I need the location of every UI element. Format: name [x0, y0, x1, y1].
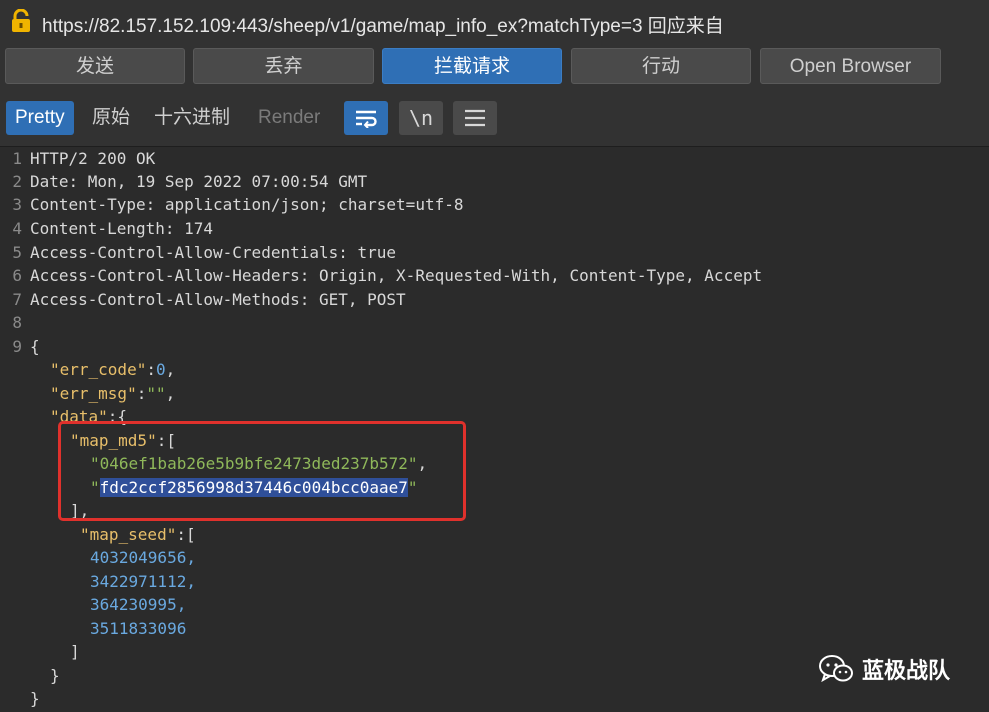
json-seed-close: ]	[70, 642, 80, 661]
watermark: 蓝极战队	[818, 650, 950, 688]
menu-icon[interactable]	[453, 101, 497, 135]
drop-button[interactable]: 丢弃	[193, 48, 374, 84]
json-err-code: "err_code":0,	[50, 360, 176, 379]
send-button[interactable]: 发送	[5, 48, 185, 84]
json-err-msg: "err_msg":"",	[50, 384, 176, 403]
newline-icon[interactable]: \n	[399, 101, 443, 135]
action-toolbar: 发送 丢弃 拦截请求 行动 Open Browser	[0, 44, 989, 90]
wrap-lines-icon[interactable]	[344, 101, 388, 135]
highlight-box	[58, 421, 466, 521]
view-toolbar: Pretty 原始 十六进制 Render \n	[0, 90, 989, 147]
tab-hex[interactable]: 十六进制	[148, 101, 236, 135]
wechat-icon	[819, 655, 853, 683]
open-browser-button[interactable]: Open Browser	[760, 48, 941, 84]
action-button[interactable]: 行动	[571, 48, 751, 84]
tab-render[interactable]: Render	[252, 101, 326, 135]
json-map-seed: "map_seed":[	[80, 525, 196, 544]
json-data-close: }	[50, 666, 60, 685]
json-close: }	[30, 689, 40, 708]
tab-pretty[interactable]: Pretty	[6, 101, 74, 135]
json-seed: 3511833096	[90, 619, 187, 638]
lock-icon	[12, 9, 30, 32]
json-seed: 3422971112,	[90, 572, 196, 591]
request-url: https://82.157.152.109:443/sheep/v1/game…	[42, 16, 724, 37]
tab-raw[interactable]: 原始	[86, 101, 136, 135]
json-seed: 364230995,	[90, 595, 187, 614]
intercept-button[interactable]: 拦截请求	[382, 48, 562, 84]
watermark-text: 蓝极战队	[862, 658, 951, 683]
response-editor[interactable]: 1 HTTP/2 200 OK 2 Date: Mon, 19 Sep 2022 0…	[0, 147, 989, 712]
url-bar: https://82.157.152.109:443/sheep/v1/game…	[0, 0, 989, 44]
json-seed: 4032049656,	[90, 548, 196, 567]
